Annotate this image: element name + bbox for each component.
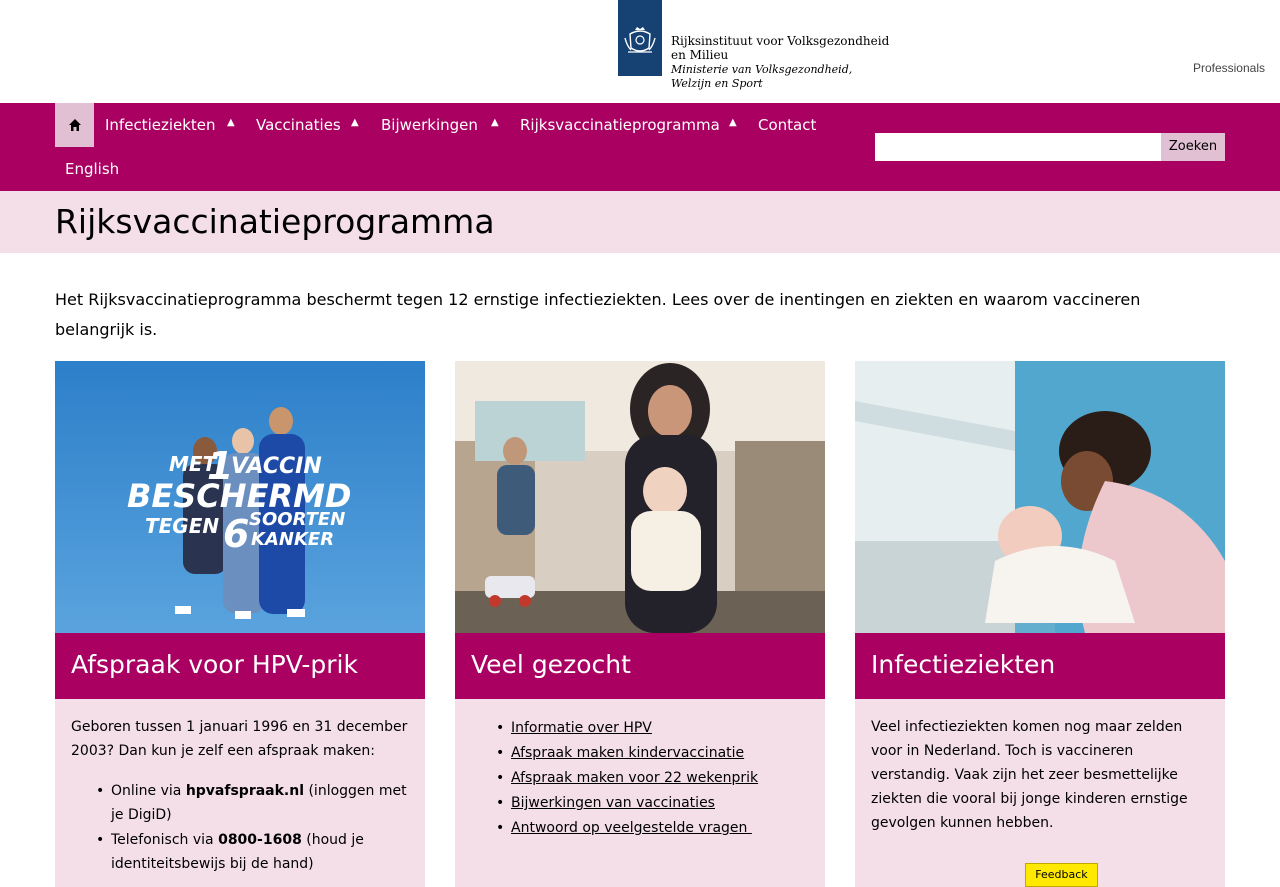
- phone-number: 0800-1608: [218, 832, 302, 848]
- card-hpv-appointment[interactable]: MET 1 VACCIN BESCHERMD TEGEN 6 SOORTEN K…: [55, 361, 425, 887]
- slogan-text: KANKER: [251, 529, 334, 550]
- org-line-2: en Milieu: [671, 48, 729, 62]
- card-title[interactable]: Infectieziekten: [871, 645, 1055, 685]
- link-afspraak-kindervaccinatie[interactable]: Afspraak maken kindervaccinatie: [511, 745, 744, 761]
- slogan-text: VACCIN: [231, 454, 322, 479]
- card-title: Veel gezocht: [471, 650, 631, 679]
- card-header[interactable]: Infectieziekten: [855, 633, 1225, 699]
- ministry-line-2: Welzijn en Sport: [671, 77, 763, 90]
- site-header: Rijksinstituut voor Volksgezondheid en M…: [0, 0, 1280, 103]
- nav-dropdown-icon[interactable]: ▲: [351, 103, 359, 147]
- mother-kissing-baby-photo[interactable]: [855, 361, 1225, 633]
- feedback-button[interactable]: Feedback: [1025, 863, 1098, 887]
- list-item: Online via hpvafspraak.nl (inloggen met …: [96, 779, 409, 827]
- organisation-name: Rijksinstituut voor Volksgezondheid en M…: [671, 34, 889, 91]
- card-infectieziekten[interactable]: Infectieziekten Veel infectieziekten kom…: [855, 361, 1225, 887]
- card-header: Veel gezocht: [455, 633, 825, 699]
- mother-kissing-baby-illustration: [855, 361, 1225, 633]
- hpvafspraak-link-text: hpvafspraak.nl: [185, 783, 305, 799]
- intro-text: Het Rijksvaccinatieprogramma beschermt t…: [55, 290, 1141, 339]
- nav-item-english[interactable]: English: [65, 147, 119, 191]
- nav-dropdown-icon[interactable]: ▲: [729, 103, 737, 147]
- mother-baby-photo: [455, 361, 825, 633]
- rijksoverheid-logo[interactable]: [618, 0, 662, 76]
- mother-baby-illustration: [455, 361, 825, 633]
- professionals-link[interactable]: Professionals: [1193, 61, 1265, 75]
- org-line-1: Rijksinstituut voor Volksgezondheid: [671, 34, 890, 48]
- card-header[interactable]: Afspraak voor HPV-prik: [55, 633, 425, 699]
- coat-of-arms-icon: [624, 27, 656, 53]
- search-button[interactable]: Zoeken: [1161, 133, 1225, 161]
- nav-home-button[interactable]: [55, 103, 94, 147]
- card-title[interactable]: Afspraak voor HPV-prik: [71, 645, 358, 685]
- page-title: Rijksvaccinatieprogramma: [55, 202, 495, 241]
- link-bijwerkingen-vaccinaties[interactable]: Bijwerkingen van vaccinaties: [511, 795, 715, 811]
- nav-item-infectieziekten[interactable]: Infectieziekten: [105, 103, 216, 147]
- list-item: Afspraak maken kindervaccinatie: [496, 741, 809, 766]
- slogan-text: 6: [223, 512, 249, 556]
- ministry-line-1: Ministerie van Volksgezondheid,: [671, 63, 853, 76]
- hpv-campaign-illustration: MET 1 VACCIN BESCHERMD TEGEN 6 SOORTEN K…: [55, 361, 425, 633]
- nav-dropdown-icon[interactable]: ▲: [491, 103, 499, 147]
- nav-item-contact[interactable]: Contact: [758, 103, 816, 147]
- popular-links-list: Informatie over HPV Afspraak maken kinde…: [496, 716, 809, 841]
- list-item-text: Telefonisch via: [111, 832, 219, 848]
- page-title-band: Rijksvaccinatieprogramma: [0, 191, 1280, 253]
- card-veel-gezocht: Veel gezocht Informatie over HPV Afspraa…: [455, 361, 825, 887]
- card-body-text: Veel infectieziekten komen nog maar zeld…: [871, 719, 1188, 831]
- main-navigation: Infectieziekten ▲ Vaccinaties ▲ Bijwerki…: [0, 103, 1280, 191]
- card-body-text: Geboren tussen 1 januari 1996 en 31 dece…: [71, 719, 408, 759]
- link-afspraak-22-wekenprik[interactable]: Afspraak maken voor 22 wekenprik: [511, 770, 758, 786]
- appointment-options-list: Online via hpvafspraak.nl (inloggen met …: [96, 779, 409, 876]
- card-body: Veel infectieziekten komen nog maar zeld…: [855, 699, 1225, 887]
- link-veelgestelde-vragen[interactable]: Antwoord op veelgestelde vragen: [511, 820, 752, 836]
- list-item: Telefonisch via 0800-1608 (houd je ident…: [96, 828, 409, 876]
- nav-item-vaccinaties[interactable]: Vaccinaties: [256, 103, 341, 147]
- slogan-text: SOORTEN: [249, 509, 345, 530]
- search-input[interactable]: [875, 133, 1161, 161]
- list-item: Bijwerkingen van vaccinaties: [496, 791, 809, 816]
- nav-item-rijksvaccinatieprogramma[interactable]: Rijksvaccinatieprogramma: [520, 103, 720, 147]
- nav-dropdown-icon[interactable]: ▲: [227, 103, 235, 147]
- list-item: Antwoord op veelgestelde vragen: [496, 816, 809, 841]
- slogan-text: TEGEN: [145, 514, 219, 538]
- hpv-campaign-image[interactable]: MET 1 VACCIN BESCHERMD TEGEN 6 SOORTEN K…: [55, 361, 425, 633]
- list-item: Informatie over HPV: [496, 716, 809, 741]
- home-icon: [68, 119, 81, 131]
- list-item-text: Online via: [111, 783, 186, 799]
- nav-item-bijwerkingen[interactable]: Bijwerkingen: [381, 103, 478, 147]
- list-item: Afspraak maken voor 22 wekenprik: [496, 766, 809, 791]
- card-body: Informatie over HPV Afspraak maken kinde…: [455, 699, 825, 887]
- link-informatie-over-hpv[interactable]: Informatie over HPV: [511, 720, 652, 736]
- card-body: Geboren tussen 1 januari 1996 en 31 dece…: [55, 699, 425, 887]
